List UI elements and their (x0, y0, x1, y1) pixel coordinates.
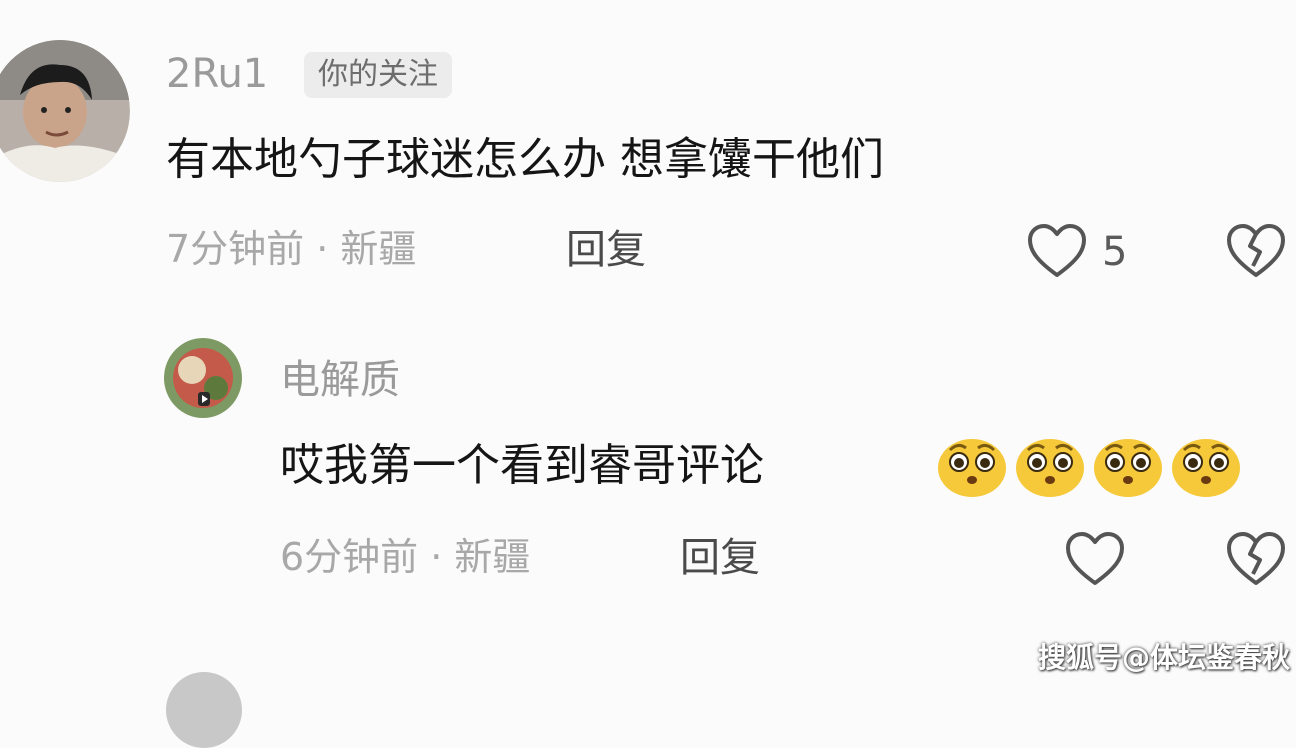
reply-button[interactable]: 回复 (566, 230, 646, 270)
comment-username[interactable]: 电解质 (280, 360, 400, 400)
comment-text: 哎我第一个看到睿哥评论 (280, 440, 764, 491)
pleading-face-emoji (936, 432, 1008, 502)
pleading-face-emoji (1170, 432, 1242, 502)
like-heart-icon[interactable] (1064, 530, 1126, 588)
comment-text: 有本地勺子球迷怎么办 想拿馕干他们 (166, 134, 884, 185)
dislike-broken-heart-icon[interactable] (1226, 222, 1286, 280)
user-avatar-next[interactable] (166, 672, 242, 748)
follow-badge: 你的关注 (304, 52, 452, 98)
pleading-face-emoji (1092, 432, 1164, 502)
user-avatar-dianjiezhi[interactable] (164, 338, 242, 418)
dislike-broken-heart-icon[interactable] (1226, 530, 1286, 588)
comment-meta: 7分钟前 · 新疆 (166, 227, 417, 271)
emoji-group (936, 432, 1242, 502)
user-avatar-2ru1[interactable] (0, 40, 130, 182)
pleading-face-emoji (1014, 432, 1086, 502)
like-count: 5 (1102, 229, 1128, 275)
comment-username[interactable]: 2Ru1 (166, 54, 268, 94)
watermark-text: 搜狐号@体坛鉴春秋 (1038, 641, 1291, 674)
comment-meta: 6分钟前 · 新疆 (280, 535, 531, 579)
like-heart-icon[interactable] (1026, 222, 1088, 280)
reply-button[interactable]: 回复 (680, 538, 760, 578)
